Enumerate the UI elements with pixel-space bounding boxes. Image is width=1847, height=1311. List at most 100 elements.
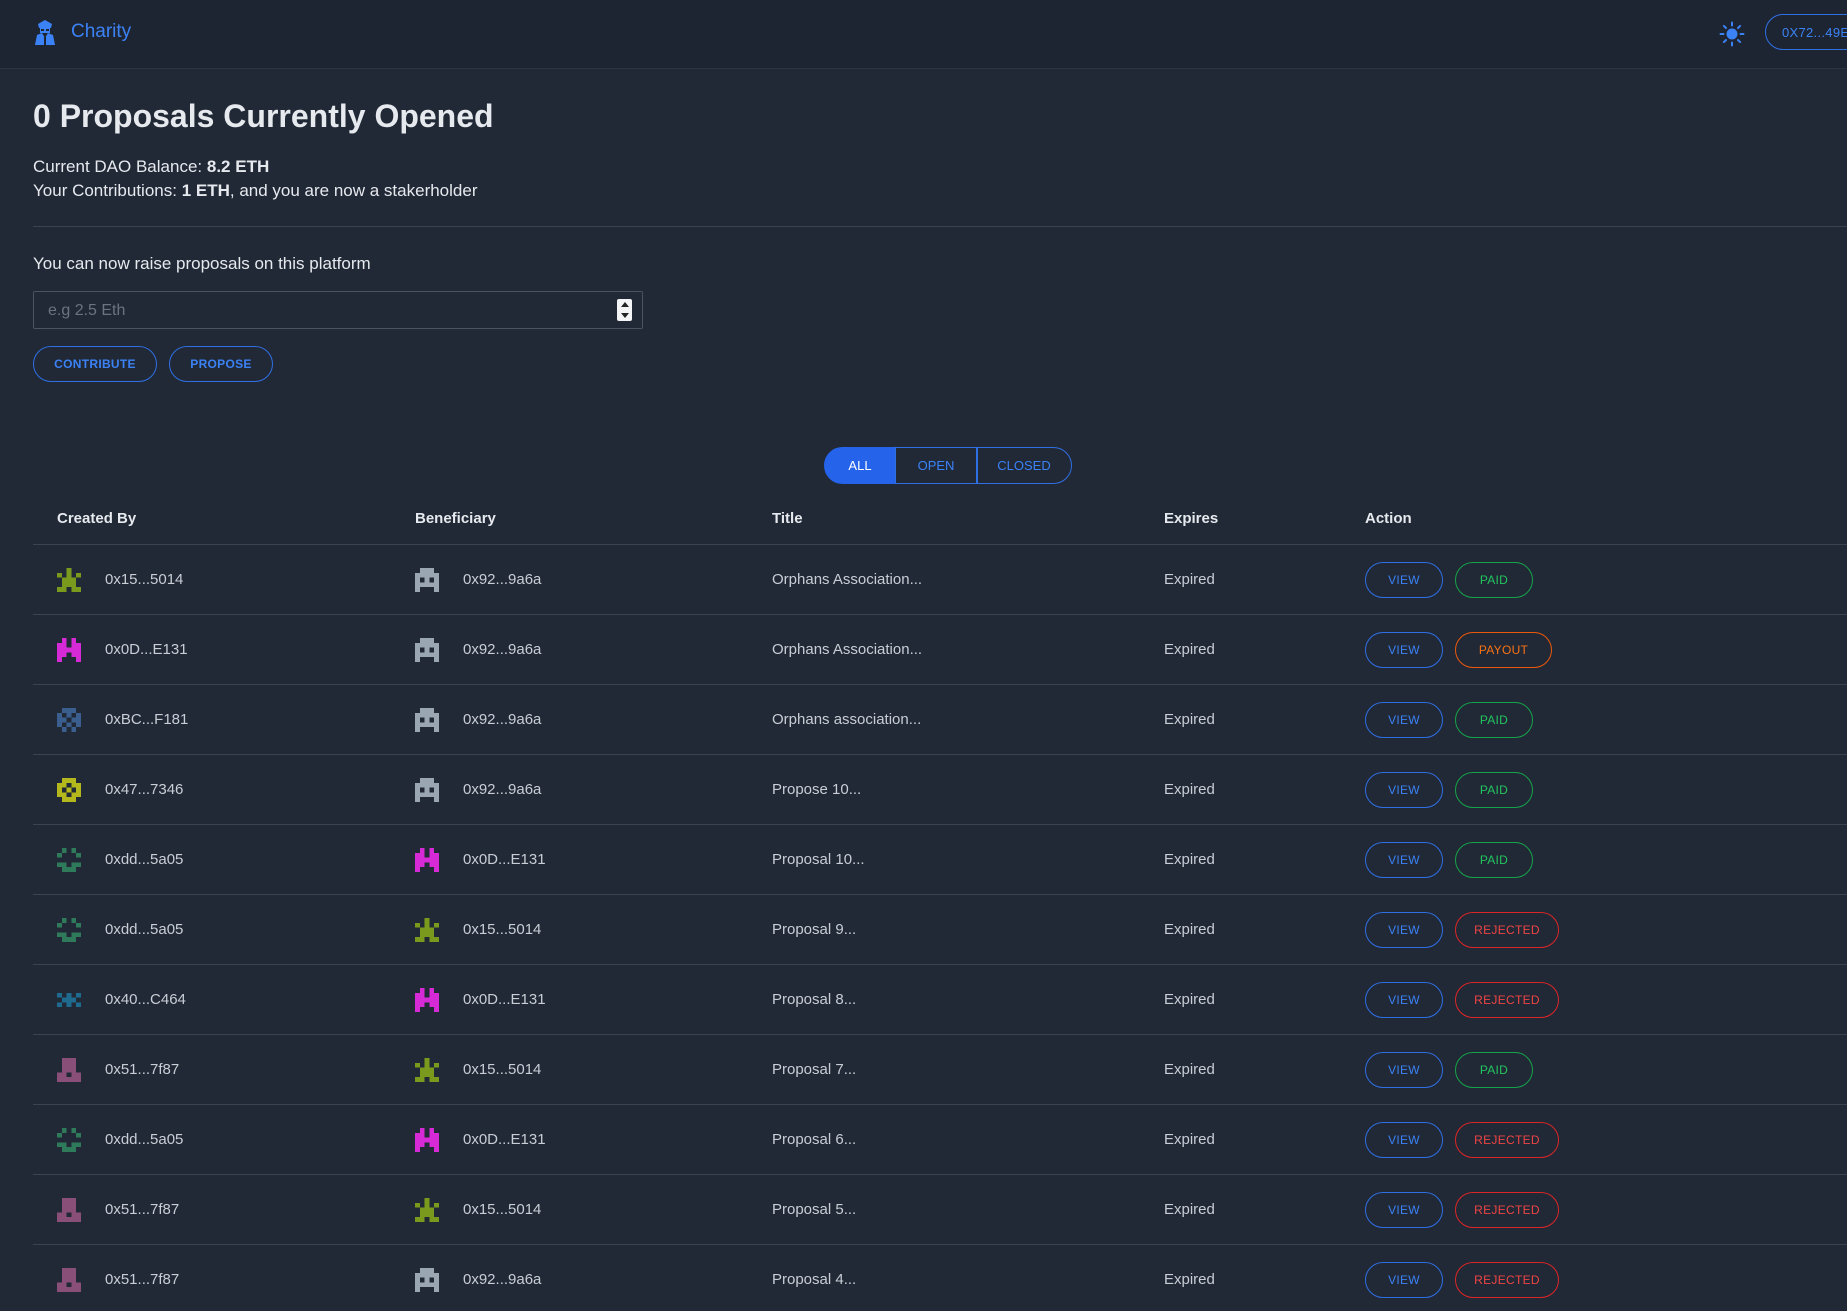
table-row: 0x0D...E131 0x92...9a6a Orphans Associatio… (33, 615, 1847, 685)
creator-address: 0x40...C464 (105, 991, 186, 1008)
paid-status-button[interactable]: PAID (1455, 701, 1533, 738)
proposals-table: Created By Beneficiary Title Expires Act… (33, 500, 1847, 1311)
action-cell: VIEW REJECTED (1365, 1105, 1559, 1174)
proposal-title: Proposal 8... (772, 991, 857, 1008)
expiry-status: Expired (1164, 991, 1215, 1008)
rejected-status-button[interactable]: REJECTED (1455, 981, 1559, 1018)
stepper-down-icon[interactable] (620, 313, 629, 318)
creator-cell: 0x51...7f87 (57, 1245, 179, 1311)
beneficiary-cell: 0x92...9a6a (415, 1245, 541, 1311)
filter-all-button[interactable]: ALL (824, 447, 896, 484)
creator-identicon-icon (57, 1197, 81, 1222)
contributions-value: 1 ETH (181, 181, 230, 200)
expiry-status: Expired (1164, 571, 1215, 588)
paid-status-button[interactable]: PAID (1455, 841, 1533, 878)
beneficiary-cell: 0x92...9a6a (415, 615, 541, 684)
amount-stepper[interactable] (617, 299, 632, 321)
table-header: Created By Beneficiary Title Expires Act… (33, 500, 1847, 545)
stepper-up-icon[interactable] (620, 302, 629, 307)
view-button[interactable]: VIEW (1365, 631, 1443, 668)
creator-cell: 0xBC...F181 (57, 685, 188, 754)
beneficiary-identicon-icon (415, 1127, 439, 1152)
creator-cell: 0xdd...5a05 (57, 895, 183, 964)
beneficiary-address: 0x0D...E131 (463, 1131, 546, 1148)
rejected-status-button[interactable]: REJECTED (1455, 911, 1559, 948)
view-button[interactable]: VIEW (1365, 911, 1443, 948)
proposal-title: Orphans association... (772, 711, 922, 728)
creator-address: 0xdd...5a05 (105, 851, 184, 868)
rejected-status-button[interactable]: REJECTED (1455, 1191, 1559, 1228)
proposal-filter-group: ALL OPEN CLOSED (824, 447, 1072, 484)
col-beneficiary: Beneficiary (415, 510, 496, 527)
amount-input[interactable] (46, 292, 610, 330)
action-cell: VIEW PAID (1365, 685, 1533, 754)
paid-status-button[interactable]: PAID (1455, 1051, 1533, 1088)
expiry-status: Expired (1164, 1201, 1215, 1218)
view-button[interactable]: VIEW (1365, 841, 1443, 878)
action-cell: VIEW REJECTED (1365, 1175, 1559, 1244)
creator-cell: 0x40...C464 (57, 965, 186, 1034)
creator-identicon-icon (57, 917, 81, 942)
filter-closed-button[interactable]: CLOSED (976, 447, 1072, 484)
creator-cell: 0x51...7f87 (57, 1035, 179, 1104)
table-row: 0x51...7f87 0x15...5014 Proposal 7... Expir… (33, 1035, 1847, 1105)
creator-address: 0xdd...5a05 (105, 921, 184, 938)
raise-proposals-note: You can now raise proposals on this plat… (33, 254, 371, 273)
table-row: 0xBC...F181 0x92...9a6a Orphans associatio… (33, 685, 1847, 755)
page-title: 0 Proposals Currently Opened (33, 98, 494, 134)
beneficiary-cell: 0x92...9a6a (415, 755, 541, 824)
propose-button[interactable]: PROPOSE (169, 346, 273, 382)
creator-identicon-icon (57, 567, 81, 592)
beneficiary-address: 0x0D...E131 (463, 991, 546, 1008)
table-row: 0x40...C464 0x0D...E131 Proposal 8... Expir… (33, 965, 1847, 1035)
creator-cell: 0x0D...E131 (57, 615, 188, 684)
proposal-title: Orphans Association... (772, 571, 923, 588)
view-button[interactable]: VIEW (1365, 1261, 1443, 1298)
table-row: 0x51...7f87 0x15...5014 Proposal 5... Expir… (33, 1175, 1847, 1245)
col-created-by: Created By (57, 510, 137, 527)
creator-cell: 0xdd...5a05 (57, 1105, 183, 1174)
paid-status-button[interactable]: PAID (1455, 771, 1533, 808)
view-button[interactable]: VIEW (1365, 771, 1443, 808)
table-row: 0x47...7346 0x92...9a6a Propose 10... Expir… (33, 755, 1847, 825)
sun-icon[interactable] (1719, 21, 1745, 47)
view-button[interactable]: VIEW (1365, 1121, 1443, 1158)
beneficiary-identicon-icon (415, 1057, 439, 1082)
payout-status-button[interactable]: PAYOUT (1455, 631, 1552, 668)
expiry-status: Expired (1164, 1131, 1215, 1148)
creator-identicon-icon (57, 1267, 81, 1292)
beneficiary-cell: 0x15...5014 (415, 1035, 541, 1104)
rejected-status-button[interactable]: REJECTED (1455, 1261, 1559, 1298)
beneficiary-cell: 0x15...5014 (415, 895, 541, 964)
action-cell: VIEW PAYOUT (1365, 615, 1552, 684)
stakeholder-note: , and you are now a stakerholder (229, 181, 478, 200)
view-button[interactable]: VIEW (1365, 1051, 1443, 1088)
proposal-title: Proposal 9... (772, 921, 857, 938)
paid-status-button[interactable]: PAID (1455, 561, 1533, 598)
view-button[interactable]: VIEW (1365, 561, 1443, 598)
contribute-button[interactable]: CONTRIBUTE (33, 346, 157, 382)
proposal-title: Proposal 7... (772, 1061, 857, 1078)
charity-logo-icon (35, 20, 55, 45)
filter-open-button[interactable]: OPEN (894, 447, 978, 484)
beneficiary-cell: 0x0D...E131 (415, 1105, 546, 1174)
beneficiary-address: 0x92...9a6a (463, 711, 542, 728)
view-button[interactable]: VIEW (1365, 1191, 1443, 1228)
action-cell: VIEW REJECTED (1365, 895, 1559, 964)
expiry-status: Expired (1164, 851, 1215, 868)
brand-link[interactable]: Charity (33, 18, 131, 46)
wallet-account-button[interactable]: 0X72...49E9 (1765, 14, 1847, 50)
creator-address: 0x51...7f87 (105, 1271, 180, 1288)
view-button[interactable]: VIEW (1365, 981, 1443, 1018)
beneficiary-cell: 0x15...5014 (415, 1175, 541, 1244)
expiry-status: Expired (1164, 1271, 1215, 1288)
proposal-title: Proposal 10... (772, 851, 865, 868)
creator-identicon-icon (57, 777, 81, 802)
creator-cell: 0xdd...5a05 (57, 825, 183, 894)
view-button[interactable]: VIEW (1365, 701, 1443, 738)
creator-identicon-icon (57, 707, 81, 732)
beneficiary-cell: 0x92...9a6a (415, 685, 541, 754)
rejected-status-button[interactable]: REJECTED (1455, 1121, 1559, 1158)
beneficiary-identicon-icon (415, 987, 439, 1012)
beneficiary-identicon-icon (415, 567, 439, 592)
